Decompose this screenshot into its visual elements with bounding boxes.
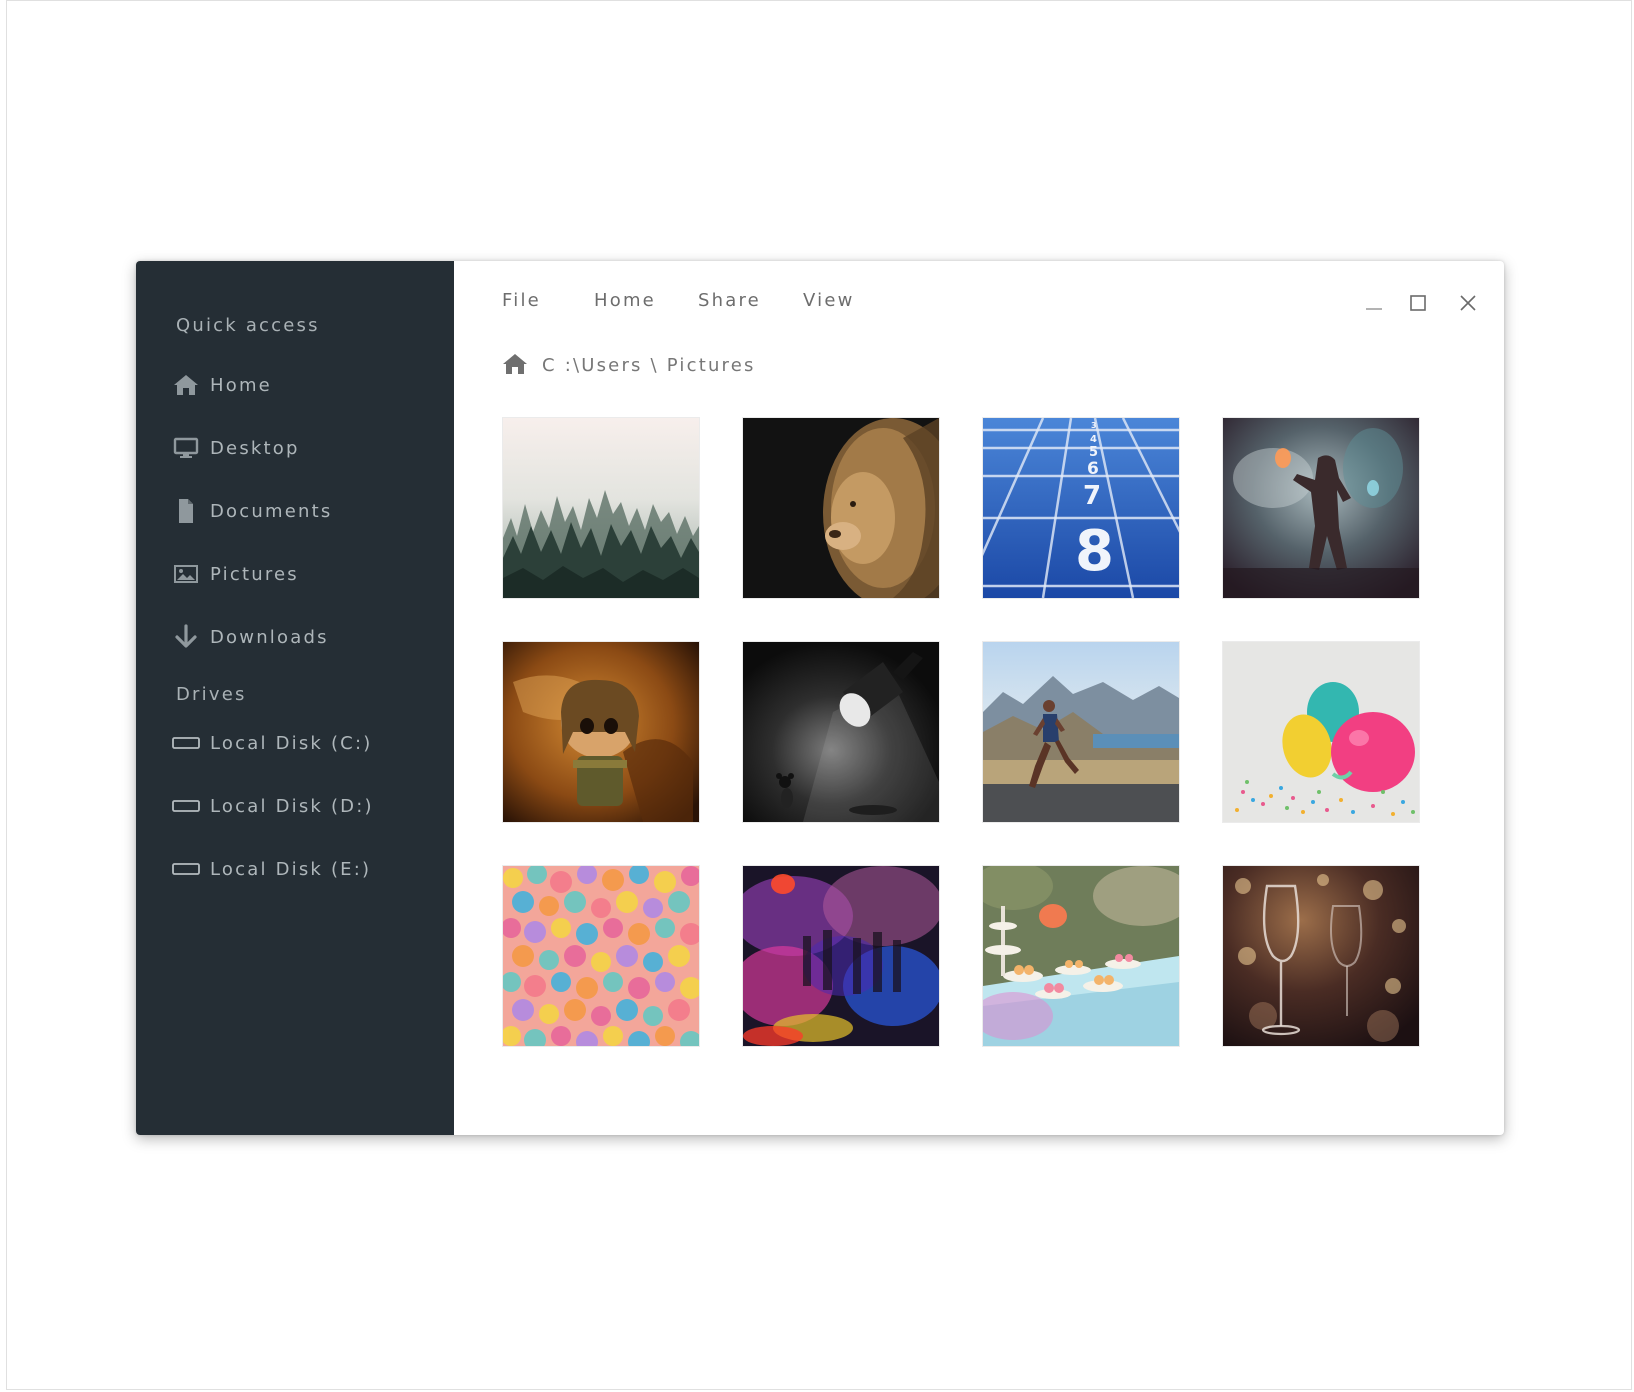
lane-number: 4 <box>1090 434 1097 445</box>
drive-icon <box>172 855 200 883</box>
home-icon[interactable] <box>502 352 528 378</box>
sidebar-item-label: Local Disk (D:) <box>210 795 374 817</box>
sidebar-item-label: Downloads <box>210 626 329 648</box>
photo-thumbnail-wine-glasses[interactable] <box>1223 866 1419 1046</box>
photo-thumbnail-running-track[interactable]: 3 4 5 6 7 8 <box>983 418 1179 598</box>
photo-thumbnail-runner-on-road[interactable] <box>983 642 1179 822</box>
document-icon <box>172 497 200 525</box>
sidebar-item-label: Documents <box>210 500 333 522</box>
close-icon <box>1460 295 1476 311</box>
breadcrumb-path[interactable]: C :\Users \ Pictures <box>542 355 756 376</box>
lane-number: 5 <box>1089 445 1098 460</box>
sidebar-item-drive-c[interactable]: Local Disk (C:) <box>172 723 432 763</box>
photo-thumbnail-spotlight-lamp[interactable] <box>743 642 939 822</box>
maximize-button[interactable] <box>1404 289 1432 317</box>
menu-home[interactable]: Home <box>594 281 656 321</box>
sidebar-item-label: Local Disk (C:) <box>210 732 373 754</box>
sidebar-item-downloads[interactable]: Downloads <box>172 617 432 657</box>
download-arrow-icon <box>172 623 200 651</box>
file-explorer-window: Quick access Home Desktop Documents Pict… <box>136 261 1504 1135</box>
menu-share[interactable]: Share <box>698 281 761 321</box>
sidebar-item-label: Home <box>210 374 272 396</box>
close-button[interactable] <box>1454 289 1482 317</box>
minimize-button[interactable] <box>1360 289 1388 317</box>
sidebar-item-drive-d[interactable]: Local Disk (D:) <box>172 786 432 826</box>
sidebar-item-desktop[interactable]: Desktop <box>172 428 432 468</box>
drive-icon <box>172 792 200 820</box>
photo-thumbnail-toy-figure[interactable] <box>503 642 699 822</box>
sidebar: Quick access Home Desktop Documents Pict… <box>136 261 454 1135</box>
image-icon <box>172 560 200 588</box>
photo-thumbnail-confetti-closeup[interactable] <box>503 866 699 1046</box>
sidebar-item-pictures[interactable]: Pictures <box>172 554 432 594</box>
home-icon <box>172 371 200 399</box>
minimize-icon <box>1366 308 1382 310</box>
menu-view[interactable]: View <box>803 281 855 321</box>
lane-number: 3 <box>1091 421 1097 430</box>
lane-number: 7 <box>1083 481 1101 511</box>
maximize-icon <box>1410 295 1426 311</box>
photo-thumbnail-dessert-table[interactable] <box>983 866 1179 1046</box>
photo-thumbnail-lion[interactable] <box>743 418 939 598</box>
quick-access-heading: Quick access <box>176 315 320 336</box>
photo-thumbnail-balloons-confetti[interactable] <box>1223 642 1419 822</box>
sidebar-item-documents[interactable]: Documents <box>172 491 432 531</box>
breadcrumb: C :\Users \ Pictures <box>502 348 756 382</box>
sidebar-item-label: Desktop <box>210 437 300 459</box>
photo-thumbnail-person-in-smoke[interactable] <box>1223 418 1419 598</box>
drives-heading: Drives <box>176 684 247 705</box>
lane-number: 8 <box>1075 519 1114 584</box>
sidebar-item-label: Local Disk (E:) <box>210 858 372 880</box>
desktop-icon <box>172 434 200 462</box>
lane-number: 6 <box>1087 459 1099 479</box>
drive-icon <box>172 729 200 757</box>
sidebar-item-drive-e[interactable]: Local Disk (E:) <box>172 849 432 889</box>
photo-thumbnail-misty-forest[interactable] <box>503 418 699 598</box>
menu-file[interactable]: File <box>502 281 541 321</box>
sidebar-item-home[interactable]: Home <box>172 365 432 405</box>
photo-thumbnail-color-smoke-crowd[interactable] <box>743 866 939 1046</box>
sidebar-item-label: Pictures <box>210 563 299 585</box>
